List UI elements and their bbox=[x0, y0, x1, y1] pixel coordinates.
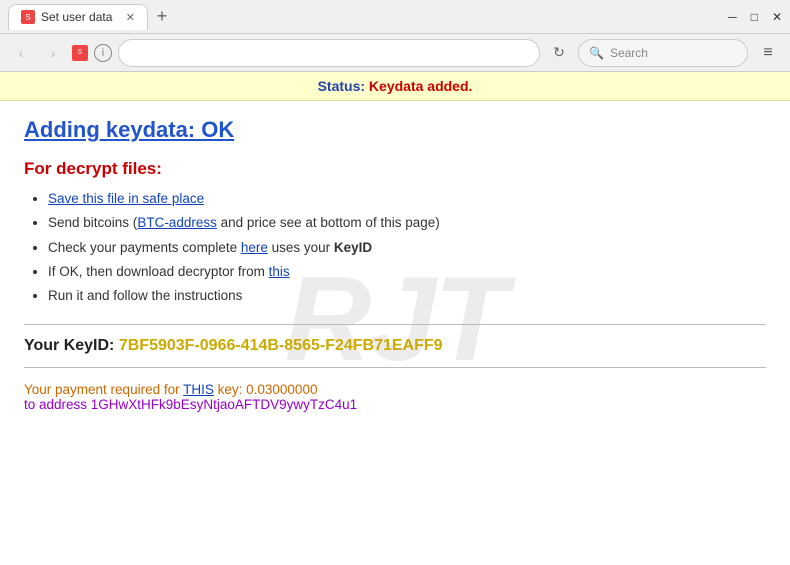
list-item: Check your payments complete here uses y… bbox=[48, 238, 766, 258]
payment-this-link[interactable]: THIS bbox=[183, 382, 214, 397]
tab-title: Set user data bbox=[41, 10, 112, 24]
status-value: Keydata added. bbox=[369, 78, 472, 94]
menu-icon: ≡ bbox=[763, 44, 772, 62]
status-label: Status: bbox=[318, 78, 365, 94]
instructions-list: Save this file in safe place Send bitcoi… bbox=[24, 189, 766, 306]
list-item: Run it and follow the instructions bbox=[48, 286, 766, 306]
page-body: Adding keydata: OK For decrypt files: Sa… bbox=[0, 101, 790, 428]
here-link[interactable]: here bbox=[241, 240, 268, 255]
info-button[interactable]: i bbox=[94, 44, 112, 62]
site-favicon: S bbox=[72, 45, 88, 61]
list-item: Save this file in safe place bbox=[48, 189, 766, 209]
search-icon: 🔍 bbox=[589, 46, 604, 60]
search-placeholder: Search bbox=[610, 46, 648, 60]
menu-button[interactable]: ≡ bbox=[754, 39, 782, 67]
forward-button[interactable]: › bbox=[40, 40, 66, 66]
list-item: Send bitcoins (BTC-address and price see… bbox=[48, 213, 766, 233]
divider-top bbox=[24, 324, 766, 325]
active-tab[interactable]: S Set user data ✕ bbox=[8, 4, 148, 30]
divider-bottom bbox=[24, 367, 766, 368]
save-file-link[interactable]: Save this file in safe place bbox=[48, 191, 204, 206]
payment-line1: Your payment required for THIS key: 0.03… bbox=[24, 382, 766, 397]
payment-line2: to address 1GHwXtHFk9bEsyNtjaoAFTDV9ywyT… bbox=[24, 397, 766, 412]
payment-section: Your payment required for THIS key: 0.03… bbox=[24, 382, 766, 412]
keyid-value: 7BF5903F-0966-414B-8565-F24FB71EAFF9 bbox=[119, 337, 443, 354]
maximize-button[interactable]: □ bbox=[751, 10, 758, 24]
main-heading: Adding keydata: OK bbox=[24, 117, 766, 143]
address-bar[interactable] bbox=[118, 39, 540, 67]
refresh-button[interactable]: ↻ bbox=[546, 40, 572, 66]
search-box[interactable]: 🔍 Search bbox=[578, 39, 748, 67]
minimize-button[interactable]: ─ bbox=[728, 10, 737, 24]
status-banner: Status: Keydata added. bbox=[0, 72, 790, 101]
tab-area: S Set user data ✕ + bbox=[8, 4, 728, 30]
list-item: If OK, then download decryptor from this bbox=[48, 262, 766, 282]
payment-text-after: key: 0.03000000 bbox=[214, 382, 318, 397]
keyid-row: Your KeyID: 7BF5903F-0966-414B-8565-F24F… bbox=[24, 337, 766, 355]
keyid-label: Your KeyID: bbox=[24, 337, 114, 354]
page-content: RJT Status: Keydata added. Adding keydat… bbox=[0, 72, 790, 565]
browser-toolbar: ‹ › S i ↻ 🔍 Search ≡ bbox=[0, 34, 790, 72]
payment-text-before: Your payment required for bbox=[24, 382, 183, 397]
title-bar: S Set user data ✕ + ─ □ ✕ bbox=[0, 0, 790, 34]
info-icon: i bbox=[102, 47, 104, 59]
sub-heading: For decrypt files: bbox=[24, 159, 766, 179]
new-tab-button[interactable]: + bbox=[148, 4, 176, 30]
btc-address-link[interactable]: BTC-address bbox=[137, 215, 217, 230]
tab-favicon: S bbox=[21, 10, 35, 24]
close-button[interactable]: ✕ bbox=[772, 10, 782, 24]
back-button[interactable]: ‹ bbox=[8, 40, 34, 66]
window-controls: ─ □ ✕ bbox=[728, 10, 782, 24]
browser-window: S Set user data ✕ + ─ □ ✕ ‹ › S i ↻ 🔍 Se… bbox=[0, 0, 790, 565]
this-link[interactable]: this bbox=[269, 264, 290, 279]
tab-close-button[interactable]: ✕ bbox=[126, 11, 135, 24]
